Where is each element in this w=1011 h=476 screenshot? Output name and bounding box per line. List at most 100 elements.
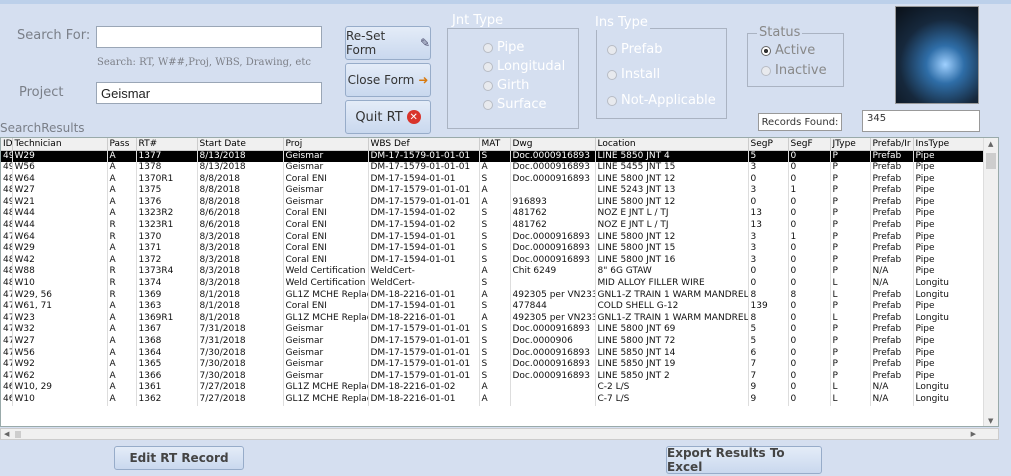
table-cell: 8" 6G GTAW xyxy=(595,266,749,279)
scroll-thumb[interactable] xyxy=(986,153,996,169)
radio-label: Prefab xyxy=(621,42,663,57)
horizontal-scrollbar[interactable]: ◀ ▶ xyxy=(0,428,999,440)
reset-form-button[interactable]: Re-Set Form ✎ xyxy=(345,26,431,60)
ins-type-not-applicable-radio[interactable]: Not-Applicable xyxy=(607,93,716,108)
table-cell: LINE 5800 JNT 16 xyxy=(595,254,749,267)
column-header[interactable]: JType xyxy=(830,138,871,151)
table-cell: A xyxy=(479,382,511,394)
table-cell: 1376 xyxy=(136,196,198,209)
table-cell: LINE 5800 JNT 12 xyxy=(595,196,749,209)
table-cell xyxy=(510,393,596,406)
table-cell: 1362 xyxy=(136,393,198,406)
table-row[interactable]: 493W56A13788/13/2018GeismarDM-17-1579-01… xyxy=(1,162,985,174)
table-cell: 481762 xyxy=(510,220,596,232)
table-row[interactable]: 486W44R1323R18/6/2018Coral ENIDM-17-1594… xyxy=(1,220,985,232)
table-cell: LINE 5455 JNT 15 xyxy=(595,162,749,174)
project-field[interactable] xyxy=(96,82,322,104)
table-cell: 7/31/2018 xyxy=(197,324,284,336)
jnt-type-girth-radio[interactable]: Girth xyxy=(483,78,529,93)
column-header[interactable]: ID xyxy=(1,138,13,151)
scroll-down-icon[interactable]: ▼ xyxy=(988,417,993,425)
scroll-up-icon[interactable]: ▲ xyxy=(988,140,993,148)
export-results-button[interactable]: Export Results To Excel xyxy=(666,446,822,474)
column-header[interactable]: Pass xyxy=(107,138,137,151)
table-cell: 3 xyxy=(748,231,789,244)
table-cell: 3 xyxy=(748,162,789,174)
table-cell: LINE 5243 JNT 13 xyxy=(595,185,749,197)
table-row[interactable]: 478W23A1369R18/1/2018GL1Z MCHE ReplacDM-… xyxy=(1,312,985,325)
column-header[interactable]: RT# xyxy=(136,138,198,151)
radio-icon xyxy=(607,44,617,55)
welder-image xyxy=(895,6,979,104)
table-row[interactable]: 470W56A13647/30/2018GeismarDM-17-1579-01… xyxy=(1,347,985,360)
table-row[interactable]: 488W64A1370R18/8/2018Coral ENIDM-17-1594… xyxy=(1,173,985,186)
column-header[interactable]: InsType xyxy=(913,138,985,151)
status-active-radio[interactable]: Active xyxy=(761,43,815,58)
table-row[interactable]: 485W44A1323R28/6/2018Coral ENIDM-17-1594… xyxy=(1,208,985,221)
column-header[interactable]: WBS Def xyxy=(368,138,480,151)
table-row[interactable]: 484W10R13748/3/2018Weld CertificationWel… xyxy=(1,278,985,290)
table-cell: R xyxy=(107,266,137,279)
table-cell: WeldCert- xyxy=(368,278,480,290)
quit-rt-button[interactable]: Quit RT ✕ xyxy=(345,100,431,134)
table-cell: 8/3/2018 xyxy=(197,254,284,267)
table-row[interactable]: 490W21A13768/8/2018GeismarDM-17-1579-01-… xyxy=(1,196,985,209)
ins-type-install-radio[interactable]: Install xyxy=(607,67,660,82)
column-header[interactable]: Location xyxy=(595,138,749,151)
table-row[interactable]: 464W10, 29A13617/27/2018GL1Z MCHE Replac… xyxy=(1,382,985,394)
table-cell: LINE 5850 JNT 14 xyxy=(595,347,749,360)
table-row[interactable]: 472W62A13667/30/2018GeismarDM-17-1579-01… xyxy=(1,370,985,383)
table-row[interactable]: 489W27A13758/8/2018GeismarDM-17-1579-01-… xyxy=(1,185,985,197)
column-header[interactable]: Start Date xyxy=(197,138,284,151)
table-cell: W92 xyxy=(12,359,108,371)
jnt-type-pipe-radio[interactable]: Pipe xyxy=(483,40,524,55)
table-cell: P xyxy=(830,370,871,383)
table-cell: A xyxy=(107,359,137,371)
results-grid[interactable]: ID Technician Pass RT# Start Date Proj WBS Def… xyxy=(0,137,999,427)
column-header[interactable]: SegF xyxy=(788,138,831,151)
search-input[interactable] xyxy=(96,26,322,48)
table-cell: Longitu xyxy=(913,278,985,290)
table-row[interactable]: 479W64R13708/3/2018Coral ENIDM-17-1594-0… xyxy=(1,231,985,244)
column-header[interactable]: MAT xyxy=(479,138,511,151)
table-row[interactable]: 483W88R1373R48/3/2018Weld CertificationW… xyxy=(1,266,985,279)
hscroll-thumb[interactable] xyxy=(15,431,21,438)
table-cell: DM-17-1594-01-02 xyxy=(368,208,480,221)
table-cell: NOZ E JNT L / TJ xyxy=(595,208,749,221)
scroll-right-icon[interactable]: ▶ xyxy=(971,430,976,438)
scroll-left-icon[interactable]: ◀ xyxy=(4,430,9,438)
column-header[interactable]: SegP xyxy=(748,138,789,151)
close-form-button[interactable]: Close Form ➜ xyxy=(345,63,431,97)
table-cell: P xyxy=(830,266,871,279)
vertical-scrollbar[interactable]: ▲ ▼ xyxy=(983,138,998,426)
ins-type-prefab-radio[interactable]: Prefab xyxy=(607,42,662,57)
table-cell: A xyxy=(107,150,137,163)
table-row[interactable]: 475W27A13687/31/2018GeismarDM-17-1579-01… xyxy=(1,336,985,348)
table-cell: 0 xyxy=(748,196,789,209)
table-cell: 8 xyxy=(748,312,789,325)
column-header[interactable]: Proj xyxy=(283,138,369,151)
column-header[interactable]: Technician xyxy=(12,138,108,151)
table-cell: W27 xyxy=(12,336,108,348)
table-cell: A xyxy=(107,196,137,209)
pencil-icon: ✎ xyxy=(419,36,430,50)
table-row[interactable]: 480W29A13718/3/2018Coral ENIDM-17-1594-0… xyxy=(1,243,985,255)
column-header[interactable]: Dwg xyxy=(510,138,596,151)
search-hint: Search: RT, W##,Proj, WBS, Drawing, etc xyxy=(97,57,311,68)
table-cell: DM-17-1579-01-01-01 xyxy=(368,162,480,174)
table-cell: Pipe xyxy=(913,220,985,232)
table-row[interactable]: 477W61, 71A13638/1/2018Coral ENIDM-17-15… xyxy=(1,301,985,313)
table-cell: W64 xyxy=(12,231,108,244)
table-row[interactable]: 476W29, 56R13698/1/2018GL1Z MCHE ReplacD… xyxy=(1,289,985,302)
column-header[interactable]: Prefab/Ir xyxy=(870,138,914,151)
edit-rt-record-button[interactable]: Edit RT Record xyxy=(114,446,244,470)
table-cell: L xyxy=(830,312,871,325)
table-row[interactable]: 471W92A13657/30/2018GeismarDM-17-1579-01… xyxy=(1,359,985,371)
table-row[interactable]: 465W10A13627/27/2018GL1Z MCHE ReplacDM-1… xyxy=(1,393,985,406)
table-row[interactable]: 492W29A13778/13/2018GeismarDM-17-1579-01… xyxy=(1,150,985,163)
status-inactive-radio[interactable]: Inactive xyxy=(761,63,827,78)
jnt-type-surface-radio[interactable]: Surface xyxy=(483,97,547,112)
table-row[interactable]: 474W32A13677/31/2018GeismarDM-17-1579-01… xyxy=(1,324,985,336)
table-row[interactable]: 481W42A13728/3/2018Coral ENIDM-17-1594-0… xyxy=(1,254,985,267)
jnt-type-longitudal-radio[interactable]: Longitudal xyxy=(483,59,565,74)
